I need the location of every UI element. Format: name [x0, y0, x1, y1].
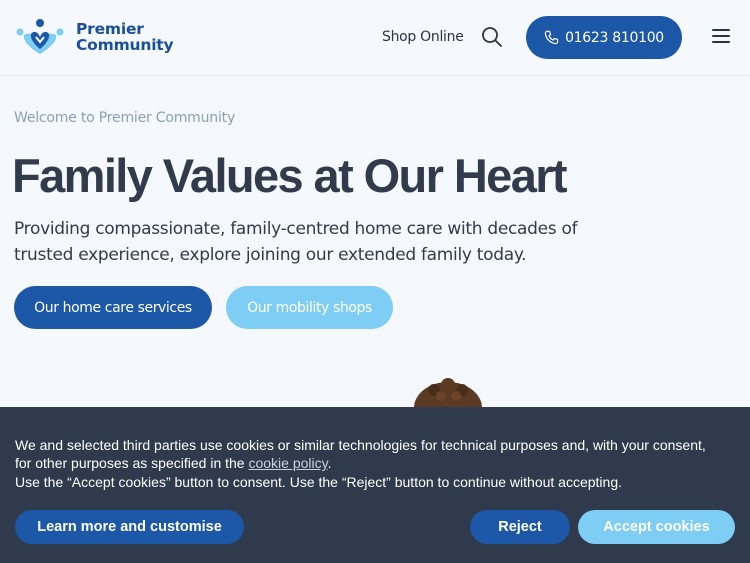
reject-cookies-button[interactable]: Reject — [470, 510, 570, 544]
learn-more-customise-button[interactable]: Learn more and customise — [15, 510, 244, 544]
logo-line-1: Premier — [76, 20, 144, 38]
cookie-policy-link[interactable]: cookie policy — [248, 455, 327, 471]
accept-cookies-button[interactable]: Accept cookies — [578, 510, 735, 544]
phone-number: 01623 810100 — [565, 29, 664, 46]
menu-bar — [712, 41, 730, 43]
shop-online-link[interactable]: Shop Online — [382, 29, 464, 45]
menu-bar — [712, 35, 730, 37]
menu-bar — [712, 29, 730, 31]
cookie-banner: We and selected third parties use cookie… — [0, 407, 750, 563]
cookie-text-part: . — [327, 455, 332, 472]
site-logo[interactable]: Premier Community — [14, 18, 174, 56]
home-care-services-button[interactable]: Our home care services — [14, 286, 212, 329]
cookie-text-part: We and selected third parties use cookie… — [15, 437, 706, 472]
logo-wordmark: Premier Community — [76, 20, 174, 54]
hero-eyebrow: Welcome to Premier Community — [14, 110, 236, 126]
phone-button[interactable]: 01623 810100 — [526, 16, 682, 59]
search-icon[interactable] — [481, 26, 503, 48]
cookie-instructions: Use the “Accept cookies” button to conse… — [15, 473, 623, 490]
mobility-shops-button[interactable]: Our mobility shops — [226, 286, 393, 329]
site-header: Premier Community Shop Online 01623 8101… — [0, 0, 750, 76]
logo-line-2: Community — [76, 36, 174, 54]
hero-headline: Family Values at Our Heart — [12, 149, 568, 202]
logo-mark-icon — [16, 19, 64, 54]
phone-icon — [544, 30, 559, 45]
hamburger-menu-icon[interactable] — [712, 29, 730, 45]
hero-lead-text: Providing compassionate, family-centred … — [14, 219, 578, 265]
cookie-message: We and selected third parties use cookie… — [15, 436, 725, 491]
